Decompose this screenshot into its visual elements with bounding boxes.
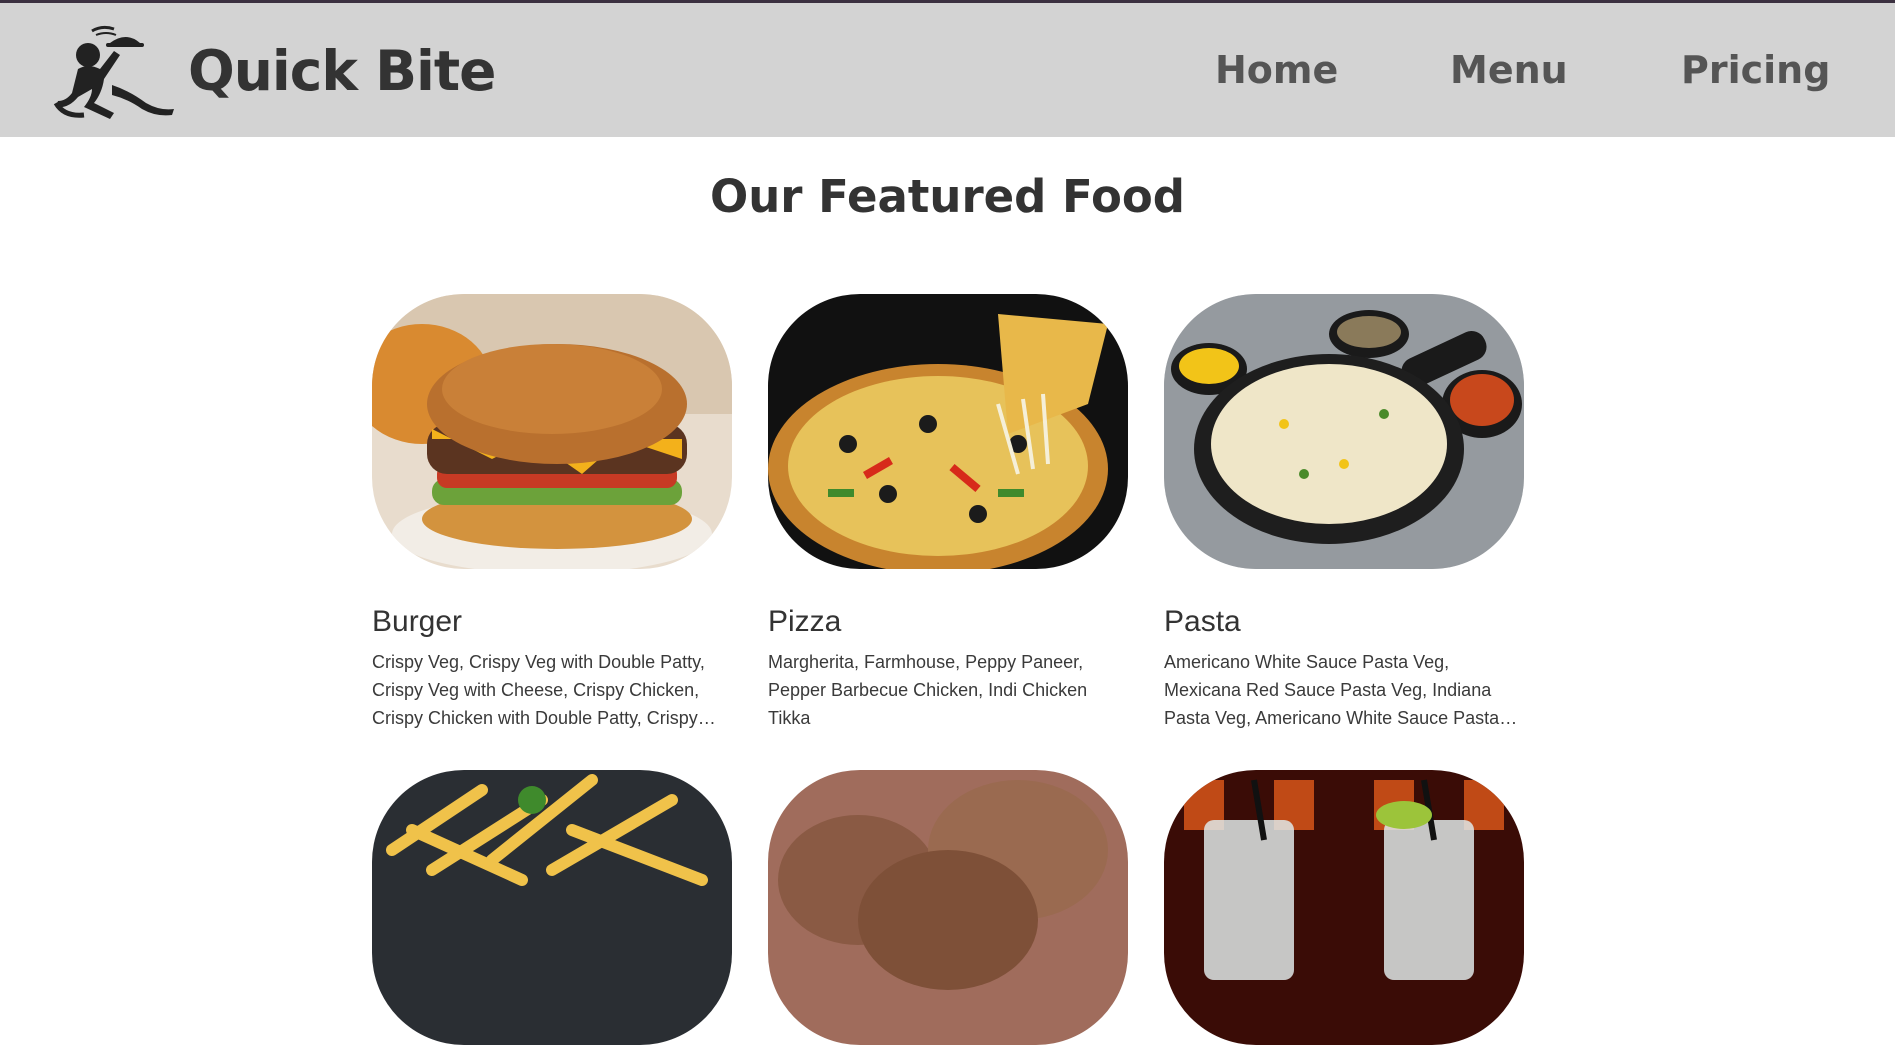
burger-photo[interactable]	[372, 294, 732, 569]
pasta-photo[interactable]	[1164, 294, 1524, 569]
featured-title: Our Featured Food	[709, 170, 1186, 223]
food-description: Margherita, Farmhouse, Peppy Paneer, Pep…	[768, 652, 1088, 728]
food-description: Americano White Sauce Pasta Veg, Mexican…	[1164, 652, 1500, 728]
site-header: Quick Bite Home Menu Pricing	[0, 3, 1895, 137]
food-name: Pasta	[1164, 605, 1241, 638]
food-card-burger[interactable]: Burger Crispy Veg, Crispy Veg with Doubl…	[372, 294, 732, 732]
food-name: Burger	[372, 605, 463, 638]
nav-home-link[interactable]: Home	[1215, 48, 1338, 92]
food-name: Pizza	[768, 605, 842, 638]
pizza-photo[interactable]	[768, 294, 1128, 569]
brand[interactable]: Quick Bite	[52, 21, 496, 121]
ice-cream-photo[interactable]	[768, 770, 1128, 1045]
nav-pricing-link[interactable]: Pricing	[1681, 48, 1830, 92]
food-card-ice-cream[interactable]	[768, 770, 1128, 1045]
food-card-mocktail[interactable]	[1164, 770, 1524, 1045]
brand-name: Quick Bite	[188, 39, 496, 103]
food-card-pasta[interactable]: Pasta Americano White Sauce Pasta Veg, M…	[1164, 294, 1524, 732]
food-card-fries[interactable]	[372, 770, 732, 1045]
running-waiter-icon	[53, 25, 174, 119]
food-card-pizza[interactable]: Pizza Margherita, Farmhouse, Peppy Panee…	[768, 294, 1128, 732]
mocktail-photo[interactable]	[1164, 770, 1524, 1045]
food-description: Crispy Veg, Crispy Veg with Double Patty…	[372, 652, 705, 728]
fries-photo[interactable]	[372, 770, 732, 1045]
nav-menu-link[interactable]: Menu	[1450, 48, 1568, 92]
